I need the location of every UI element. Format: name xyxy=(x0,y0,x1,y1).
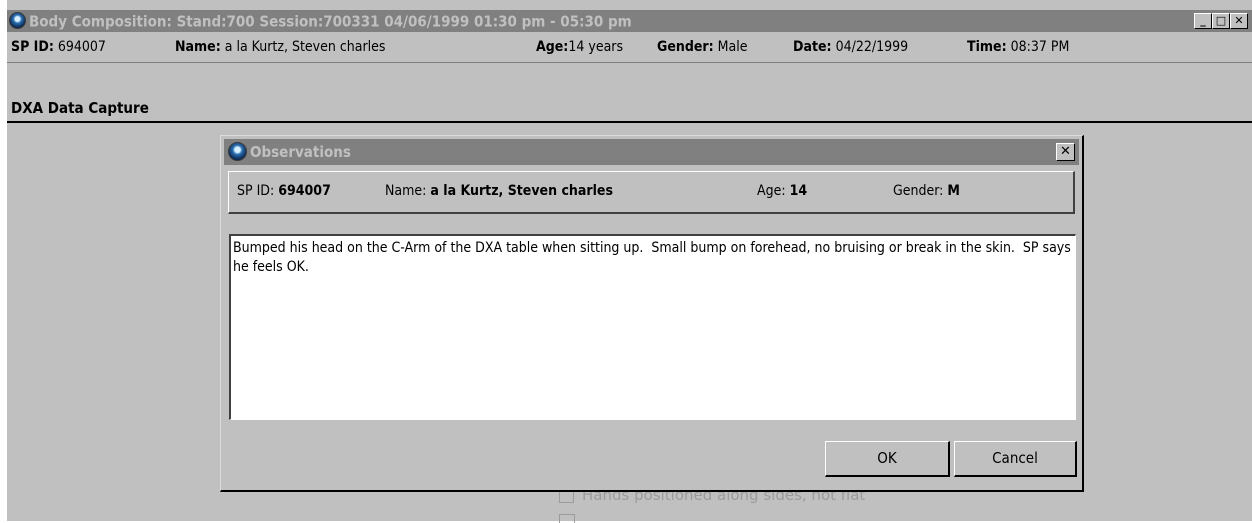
time-label: Time: xyxy=(967,39,1007,55)
dialog-sp-id: SP ID: 694007 xyxy=(237,172,331,211)
dialog-gender-value: M xyxy=(947,183,960,199)
dialog-gender: Gender: M xyxy=(893,172,960,211)
name-value: a la Kurtz, Steven charles xyxy=(224,39,386,55)
window-title: Body Composition: Stand:700 Session:7003… xyxy=(29,12,632,31)
dialog-age: Age: 14 xyxy=(757,172,807,211)
partial-checkbox[interactable] xyxy=(559,514,575,523)
ok-button[interactable]: OK xyxy=(825,441,950,477)
date-label: Date: xyxy=(793,39,832,55)
date-value: 04/22/1999 xyxy=(835,39,909,55)
sp-id-field: SP ID: 694007 xyxy=(11,32,106,62)
dialog-name-label: Name: xyxy=(385,183,427,199)
dialog-gender-label: Gender: xyxy=(893,183,944,199)
app-globe-icon[interactable] xyxy=(9,12,26,29)
gender-label: Gender: xyxy=(657,39,714,55)
dialog-name-value: a la Kurtz, Steven charles xyxy=(430,183,613,199)
sp-id-label: SP ID: xyxy=(11,39,54,55)
gender-value: Male xyxy=(717,39,748,55)
name-field: Name: a la Kurtz, Steven charles xyxy=(175,32,385,62)
name-label: Name: xyxy=(175,39,221,55)
time-field: Time: 08:37 PM xyxy=(967,32,1069,62)
window-controls: _ □ ✕ xyxy=(1194,13,1248,29)
minimize-button[interactable]: _ xyxy=(1194,13,1212,29)
maximize-button[interactable]: □ xyxy=(1212,13,1230,29)
dialog-participant-header: SP ID: 694007 Name: a la Kurtz, Steven c… xyxy=(228,171,1075,214)
time-value: 08:37 PM xyxy=(1010,39,1070,55)
section-title: DXA Data Capture xyxy=(7,93,1252,123)
dialog-globe-icon xyxy=(228,142,247,161)
main-titlebar[interactable]: Body Composition: Stand:700 Session:7003… xyxy=(7,10,1252,32)
close-button[interactable]: ✕ xyxy=(1230,13,1248,29)
gender-field: Gender: Male xyxy=(657,32,748,62)
age-field: Age:14 years xyxy=(536,32,623,62)
dialog-titlebar[interactable]: Observations ✕ xyxy=(224,139,1079,165)
dialog-age-value: 14 xyxy=(789,183,808,199)
dialog-name: Name: a la Kurtz, Steven charles xyxy=(385,172,613,211)
age-label: Age: xyxy=(536,39,569,55)
dialog-title: Observations xyxy=(250,143,351,161)
dialog-sp-id-value: 694007 xyxy=(278,183,331,199)
participant-info-bar: SP ID: 694007 Name: a la Kurtz, Steven c… xyxy=(7,32,1252,63)
dialog-sp-id-label: SP ID: xyxy=(237,183,275,199)
observations-dialog: Observations ✕ SP ID: 694007 Name: a la … xyxy=(220,135,1084,492)
cancel-button[interactable]: Cancel xyxy=(954,441,1077,477)
sp-id-value: 694007 xyxy=(57,39,106,55)
dialog-close-button[interactable]: ✕ xyxy=(1056,143,1075,161)
date-field: Date: 04/22/1999 xyxy=(793,32,908,62)
age-value: 14 years xyxy=(568,39,624,55)
observation-textarea[interactable]: Bumped his head on the C-Arm of the DXA … xyxy=(229,234,1076,420)
dialog-age-label: Age: xyxy=(757,183,786,199)
